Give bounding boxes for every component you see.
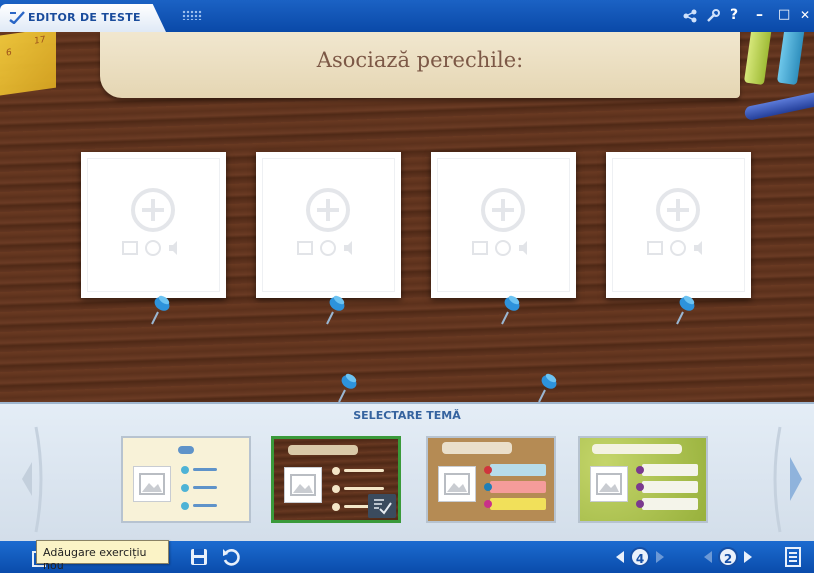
pushpin-icon[interactable] — [333, 372, 359, 402]
next-page-icon[interactable] — [740, 549, 756, 565]
marker-decoration — [776, 32, 806, 86]
media-type-icons — [122, 240, 177, 256]
ruler-decoration: 6 17 — [0, 32, 56, 97]
page-number: 2 — [718, 547, 738, 567]
add-content-icon[interactable] — [131, 188, 175, 232]
pair-card-1[interactable] — [81, 152, 226, 298]
pair-card-3[interactable] — [431, 152, 576, 298]
theme-section-title: SELECTARE TEMĂ — [353, 409, 461, 422]
next-exercise-icon[interactable] — [652, 549, 668, 565]
theme-option-green[interactable] — [578, 436, 708, 523]
theme-selected-check-icon — [368, 494, 396, 518]
maximize-button[interactable]: □ — [778, 7, 790, 23]
exercise-instruction[interactable]: Asociază perechile: — [100, 48, 740, 72]
title-bar: EDITOR DE TESTE ? – □ ✕ — [0, 0, 814, 32]
pushpin-icon[interactable] — [496, 294, 522, 328]
add-exercise-tooltip: Adăugare exercițiu nou — [36, 540, 169, 572]
pushpin-icon[interactable] — [533, 372, 559, 402]
media-type-icons — [297, 240, 352, 256]
media-type-icons — [647, 240, 702, 256]
pair-card-2[interactable] — [256, 152, 401, 298]
ruler-number: 6 — [6, 47, 12, 59]
exercise-canvas: 6 17 Asociază perechile: — [0, 32, 814, 402]
help-button[interactable]: ? — [730, 7, 738, 23]
close-button[interactable]: ✕ — [800, 7, 810, 23]
share-icon[interactable] — [683, 9, 697, 23]
app-title: EDITOR DE TESTE — [28, 11, 141, 24]
theme-option-cork[interactable] — [426, 436, 556, 523]
add-content-icon[interactable] — [306, 188, 350, 232]
pen-decoration — [743, 88, 814, 122]
drag-grip-icon[interactable] — [182, 10, 202, 20]
page-navigator[interactable]: 2 — [700, 547, 756, 567]
previous-page-icon[interactable] — [700, 549, 716, 565]
pair-card-4[interactable] — [606, 152, 751, 298]
tools-icon[interactable] — [706, 9, 720, 23]
scroll-left-arrow-icon[interactable] — [6, 422, 46, 537]
scroll-right-arrow-icon[interactable] — [770, 422, 810, 537]
pushpin-icon[interactable] — [146, 294, 172, 328]
add-content-icon[interactable] — [656, 188, 700, 232]
previous-exercise-icon[interactable] — [612, 549, 628, 565]
theme-selector-panel: SELECTARE TEMĂ — [0, 402, 814, 541]
exercise-navigator[interactable]: 4 — [612, 547, 668, 567]
pushpin-icon[interactable] — [321, 294, 347, 328]
ruler-number: 17 — [34, 35, 46, 47]
undo-icon[interactable] — [220, 546, 242, 568]
minimize-button[interactable]: – — [756, 7, 763, 23]
media-type-icons — [472, 240, 527, 256]
app-tab[interactable]: EDITOR DE TESTE — [0, 4, 166, 32]
add-content-icon[interactable] — [481, 188, 525, 232]
instruction-banner: Asociază perechile: — [100, 32, 740, 98]
theme-option-cream[interactable] — [121, 436, 251, 523]
marker-decoration — [743, 32, 773, 86]
menu-list-icon[interactable] — [784, 546, 802, 568]
exercise-count: 4 — [630, 547, 650, 567]
save-icon[interactable] — [188, 546, 210, 568]
theme-option-wood[interactable] — [271, 436, 401, 523]
pushpin-icon[interactable] — [671, 294, 697, 328]
app-logo-icon — [9, 11, 25, 24]
